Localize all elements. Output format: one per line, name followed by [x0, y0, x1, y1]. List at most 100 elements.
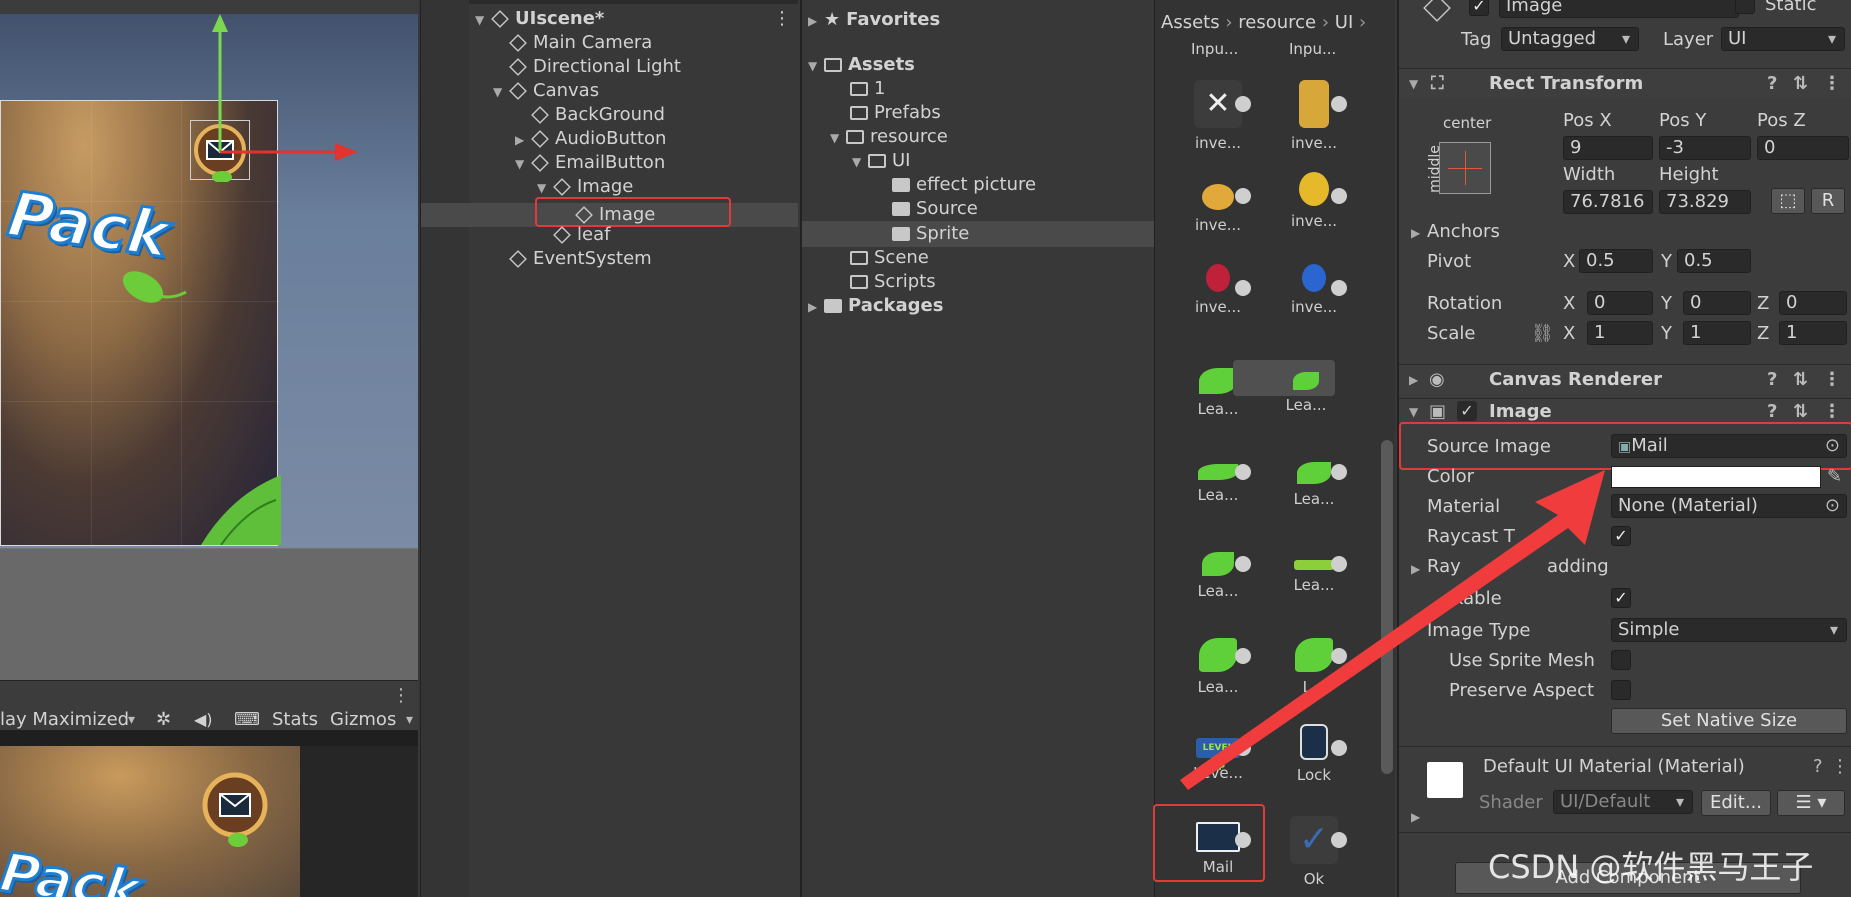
- preview-play-icon[interactable]: [1331, 740, 1347, 756]
- expand-arrow-icon[interactable]: ▼: [515, 152, 531, 176]
- asset-inventory-armor[interactable]: inve...: [1269, 80, 1359, 170]
- asset-leaf-3[interactable]: Lea...: [1173, 448, 1263, 538]
- raw-edit-button[interactable]: R: [1811, 188, 1845, 214]
- stats-button[interactable]: Stats: [272, 709, 318, 730]
- component-menu-icon[interactable]: ⋮: [1823, 69, 1841, 99]
- image-component-header[interactable]: ▼ ▣ ✓ Image ? ⇅ ⋮: [1399, 398, 1851, 424]
- collapse-arrow-icon[interactable]: ▶: [808, 9, 824, 33]
- width-field[interactable]: 76.7816: [1563, 190, 1653, 214]
- pos-z-field[interactable]: 0: [1757, 136, 1849, 160]
- help-icon[interactable]: ?: [1767, 69, 1777, 99]
- collapse-arrow-icon[interactable]: ▶: [1411, 806, 1420, 828]
- hierarchy-scene-row[interactable]: ▼ UIscene*: [475, 7, 604, 31]
- hierarchy-item-directional-light[interactable]: Directional Light: [509, 55, 681, 79]
- object-picker-icon[interactable]: ⊙: [1825, 495, 1840, 517]
- breadcrumb-ui[interactable]: UI: [1335, 12, 1353, 33]
- hierarchy-item-image-parent[interactable]: ▼ Image: [537, 175, 633, 199]
- help-icon[interactable]: ?: [1813, 756, 1823, 778]
- preview-play-icon[interactable]: [1331, 96, 1347, 112]
- constrain-proportions-icon[interactable]: ⛓: [1531, 323, 1554, 345]
- rotation-x-field[interactable]: 0: [1587, 291, 1653, 315]
- pos-y-field[interactable]: -3: [1659, 136, 1751, 160]
- preview-play-icon[interactable]: [1235, 464, 1251, 480]
- raycast-target-checkbox[interactable]: ✓: [1611, 526, 1631, 546]
- asset-inventory-red-potion[interactable]: inve...: [1173, 264, 1263, 354]
- favorites-row[interactable]: ▶ ★ Favorites: [808, 8, 940, 32]
- preview-play-icon[interactable]: [1235, 740, 1251, 756]
- tag-dropdown[interactable]: Untagged: [1501, 27, 1639, 51]
- asset-leaf-5[interactable]: Lea...: [1173, 540, 1263, 630]
- color-swatch[interactable]: [1611, 466, 1821, 488]
- asset-leaf-2[interactable]: Lea...: [1261, 356, 1351, 446]
- presets-icon[interactable]: ⇅: [1793, 365, 1808, 395]
- expand-arrow-icon[interactable]: ▼: [852, 150, 868, 174]
- breadcrumb-resource[interactable]: resource: [1238, 12, 1316, 33]
- folder-ui[interactable]: ▼ UI: [852, 149, 910, 173]
- folder-scripts[interactable]: Scripts: [850, 270, 936, 294]
- asset-inventory-sword[interactable]: ✕ inve...: [1173, 80, 1263, 170]
- edit-shader-button[interactable]: Edit...: [1701, 790, 1771, 816]
- rotation-y-field[interactable]: 0: [1683, 291, 1751, 315]
- chevron-down-icon[interactable]: ▾: [406, 709, 413, 730]
- preview-play-icon[interactable]: [1331, 188, 1347, 204]
- preview-play-icon[interactable]: [1235, 96, 1251, 112]
- asset-leaf-4[interactable]: Lea...: [1269, 448, 1359, 538]
- preview-play-icon[interactable]: [1331, 556, 1347, 572]
- asset-inventory-blue-potion[interactable]: inve...: [1269, 264, 1359, 354]
- asset-lock[interactable]: Lock: [1269, 724, 1359, 814]
- preview-play-icon[interactable]: [1331, 280, 1347, 296]
- use-sprite-mesh-checkbox[interactable]: [1611, 650, 1631, 670]
- scale-x-field[interactable]: 1: [1587, 321, 1653, 345]
- scene-view[interactable]: Pack: [0, 0, 418, 680]
- display-mode-dropdown[interactable]: lay Maximized: [0, 709, 129, 730]
- preview-play-icon[interactable]: [1331, 832, 1347, 848]
- eyedropper-icon[interactable]: ✎: [1827, 466, 1842, 488]
- asset-inventory-helmet[interactable]: inve...: [1269, 172, 1359, 262]
- image-type-dropdown[interactable]: Simple: [1611, 618, 1847, 642]
- rect-transform-header[interactable]: ▼ ⛶ Rect Transform ? ⇅ ⋮: [1399, 68, 1851, 98]
- folder-effect-picture[interactable]: effect picture: [892, 173, 1036, 197]
- image-enabled-checkbox[interactable]: ✓: [1457, 401, 1477, 421]
- preview-play-icon[interactable]: [1235, 556, 1251, 572]
- raycast-padding-label[interactable]: Ray: [1427, 556, 1461, 578]
- folder-prefabs[interactable]: Prefabs: [850, 101, 941, 125]
- keyboard-icon[interactable]: ⌨: [234, 709, 260, 730]
- blueprint-mode-button[interactable]: ⬚: [1771, 188, 1805, 214]
- hierarchy-item-main-camera[interactable]: Main Camera: [509, 31, 652, 55]
- asset-grid-scrollbar[interactable]: [1381, 440, 1393, 774]
- hierarchy-menu-icon[interactable]: ⋮: [773, 8, 791, 29]
- preview-play-icon[interactable]: [1235, 280, 1251, 296]
- hierarchy-item-leaf[interactable]: leaf: [553, 223, 610, 247]
- hierarchy-item-emailbutton[interactable]: ▼ EmailButton: [515, 151, 665, 175]
- collapse-arrow-icon[interactable]: ▶: [1409, 365, 1418, 395]
- scale-z-field[interactable]: 1: [1779, 321, 1847, 345]
- set-native-size-button[interactable]: Set Native Size: [1611, 708, 1847, 734]
- assets-row[interactable]: ▼ Assets: [808, 53, 915, 77]
- folder-sprite[interactable]: Sprite: [892, 222, 969, 246]
- move-gizmo-icon[interactable]: [200, 12, 360, 162]
- collapse-arrow-icon[interactable]: ▶: [515, 128, 531, 152]
- folder-source[interactable]: Source: [892, 197, 978, 221]
- active-checkbox[interactable]: ✓: [1469, 0, 1489, 16]
- audio-icon[interactable]: ◀): [194, 709, 213, 730]
- component-menu-icon[interactable]: ⋮: [1823, 365, 1841, 395]
- asset-leaf-6[interactable]: Lea...: [1269, 540, 1359, 630]
- expand-arrow-icon[interactable]: ▼: [1409, 69, 1418, 99]
- anchor-preset-button[interactable]: [1439, 142, 1491, 194]
- preserve-aspect-checkbox[interactable]: [1611, 680, 1631, 700]
- preview-play-icon[interactable]: [1235, 648, 1251, 664]
- help-icon[interactable]: ?: [1767, 365, 1777, 395]
- folder-scene[interactable]: Scene: [850, 246, 929, 270]
- folder-1[interactable]: 1: [850, 77, 885, 101]
- expand-arrow-icon[interactable]: ▼: [493, 80, 509, 104]
- preview-play-icon[interactable]: [1331, 464, 1347, 480]
- rotation-z-field[interactable]: 0: [1779, 291, 1847, 315]
- asset-level-up[interactable]: LEVEL UP Leve...: [1173, 724, 1263, 814]
- hierarchy-item-eventsystem[interactable]: EventSystem: [509, 247, 652, 271]
- more-options-icon[interactable]: ⋮: [392, 685, 410, 706]
- component-menu-icon[interactable]: ⋮: [1831, 756, 1849, 778]
- expand-arrow-icon[interactable]: ▼: [830, 126, 846, 150]
- game-email-button-icon[interactable]: [200, 770, 280, 850]
- presets-icon[interactable]: ⇅: [1793, 69, 1808, 99]
- game-view[interactable]: Pack: [0, 730, 418, 897]
